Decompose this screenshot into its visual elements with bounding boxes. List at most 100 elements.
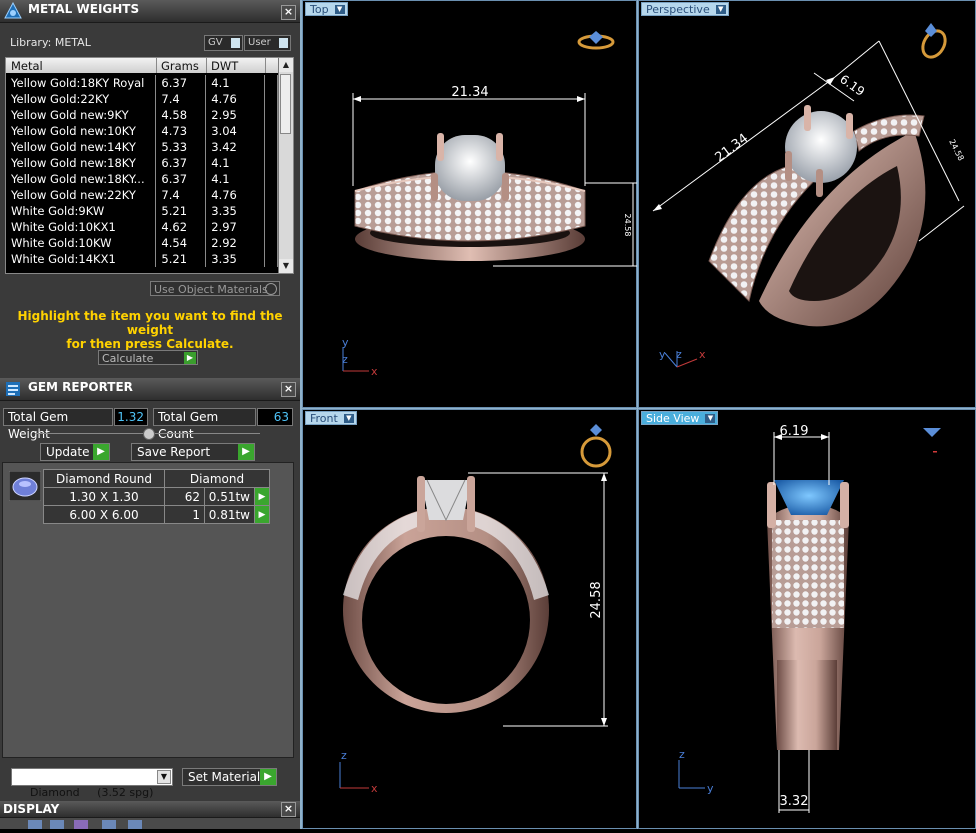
calculate-hint: Highlight the item you want to find the …	[0, 309, 300, 351]
scroll-thumb[interactable]	[280, 74, 291, 134]
metal-table[interactable]: Metal Grams DWT Yellow Gold:18KY Royal 6.…	[5, 57, 294, 274]
metal-weights-titlebar: METAL WEIGHTS ×	[0, 0, 300, 23]
gem-reporter-close-icon[interactable]: ×	[281, 382, 296, 397]
viewport-front[interactable]: Front ▼ 24.58 z x	[302, 409, 637, 829]
metal-name-cell: Yellow Gold:18KY Royal	[6, 75, 157, 91]
display-tool-icon[interactable]	[28, 820, 42, 829]
scroll-down-icon[interactable]: ▼	[279, 259, 293, 273]
grams-cell: 6.37	[155, 155, 207, 171]
update-button[interactable]: Update ▶	[40, 443, 110, 461]
metal-name-cell: White Gold:10KW	[6, 235, 157, 251]
table-row[interactable]: Yellow Gold new:10KY 4.73 3.04	[6, 123, 278, 139]
table-row[interactable]: Yellow Gold new:18KY... 6.37 4.1	[6, 171, 278, 187]
display-tool-icon[interactable]	[102, 820, 116, 829]
display-tool-icon[interactable]	[128, 820, 142, 829]
dwt-cell: 2.95	[205, 107, 266, 123]
user-check-icon	[279, 38, 288, 48]
axis-z-label: z	[679, 748, 685, 761]
display-titlebar: DISPLAY ×	[0, 801, 300, 818]
metal-name-cell: Yellow Gold new:22KY	[6, 187, 157, 203]
save-report-label: Save Report	[137, 445, 211, 459]
table-row[interactable]: White Gold:9KW 5.21 3.35	[6, 203, 278, 219]
gem-row[interactable]: 1.30 X 1.30 62 0.51tw ▶	[43, 487, 270, 506]
row-padding	[264, 107, 278, 123]
metal-name-cell: White Gold:9KW	[6, 203, 157, 219]
metal-name-cell: White Gold:14KX1	[6, 251, 157, 267]
table-row[interactable]: White Gold:10KW 4.54 2.92	[6, 235, 278, 251]
total-gem-count-value: 63	[257, 408, 293, 426]
metal-name-cell: Yellow Gold:22KY	[6, 91, 157, 107]
metal-name-cell: White Gold:10KX1	[6, 219, 157, 235]
perspective-height-dim: 24.58	[947, 138, 965, 162]
material-select[interactable]: Diamond (3.52 spg) ▼	[11, 768, 173, 799]
use-object-materials-toggle[interactable]: Use Object Materials	[150, 281, 280, 296]
play-icon: ▶	[93, 444, 109, 460]
gem-select-button[interactable]: ▶	[254, 505, 270, 524]
viewport-side[interactable]: Side View ▼ 6.19 3.32 z y	[638, 409, 976, 829]
dwt-cell: 4.1	[205, 75, 266, 91]
grams-cell: 4.62	[155, 219, 207, 235]
gem-size-cell: 6.00 X 6.00	[43, 505, 165, 524]
table-row[interactable]: Yellow Gold:18KY Royal 6.37 4.1	[6, 75, 278, 91]
splitter-handle-icon[interactable]	[143, 428, 155, 440]
header-divider	[156, 58, 157, 73]
viewport-top[interactable]: Top ▼ 21.34 24.58 y z x	[302, 0, 637, 408]
dwt-cell: 3.04	[205, 123, 266, 139]
table-row[interactable]: Yellow Gold new:9KY 4.58 2.95	[6, 107, 278, 123]
table-row[interactable]: White Gold:10KX1 4.62 2.97	[6, 219, 278, 235]
axis-gizmo: y z x	[342, 336, 378, 378]
mini-ring-icon	[921, 23, 947, 59]
axis-z-label: z	[341, 749, 347, 762]
axis-z-label: z	[676, 348, 682, 361]
gem-reporter-titlebar: GEM REPORTER ×	[0, 378, 300, 401]
gv-toggle[interactable]: GV	[204, 35, 243, 51]
display-tool-icon[interactable]	[74, 820, 88, 829]
gv-label: GV	[208, 37, 223, 48]
table-row[interactable]: Yellow Gold new:18KY 6.37 4.1	[6, 155, 278, 171]
user-toggle[interactable]: User	[244, 35, 291, 51]
dwt-cell: 2.92	[205, 235, 266, 251]
metal-table-scrollbar[interactable]: ▲ ▼	[278, 58, 293, 273]
table-row[interactable]: Yellow Gold new:14KY 5.33 3.42	[6, 139, 278, 155]
metal-rows: Yellow Gold:18KY Royal 6.37 4.1 Yellow Gold…	[6, 75, 278, 267]
left-panel: METAL WEIGHTS × Library: METAL GV User M…	[0, 0, 300, 829]
gem-material-header: Diamond	[164, 469, 270, 488]
gem-row[interactable]: 6.00 X 6.00 1 0.81tw ▶	[43, 505, 270, 524]
side-top-dim: 6.19	[780, 424, 809, 439]
row-padding	[264, 251, 278, 267]
chevron-down-icon[interactable]: ▼	[157, 770, 171, 784]
set-material-button[interactable]: Set Material ▶	[182, 768, 277, 786]
total-gem-count-label: Total Gem Count	[153, 408, 256, 441]
save-report-button[interactable]: Save Report ▶	[131, 443, 255, 461]
col-dwt-header[interactable]: DWT	[211, 59, 238, 73]
gem-shape-header: Diamond Round	[43, 469, 165, 488]
col-metal-header[interactable]: Metal	[11, 59, 43, 73]
dwt-cell: 2.97	[205, 219, 266, 235]
scroll-up-icon[interactable]: ▲	[279, 58, 293, 72]
dwt-cell: 4.76	[205, 91, 266, 107]
update-label: Update	[46, 445, 90, 459]
top-width-dim: 21.34	[451, 85, 488, 100]
axis-x-label: x	[371, 365, 378, 378]
gem-table: Diamond Round Diamond 1.30 X 1.30 62 0.51t…	[43, 469, 270, 524]
table-row[interactable]: Yellow Gold new:22KY 7.4 4.76	[6, 187, 278, 203]
viewport-perspective[interactable]: Perspective ▼ 21.34 6.19 24.58 y z x	[638, 0, 976, 408]
calculate-button[interactable]: Calculate ▶	[98, 350, 198, 365]
gem-select-button[interactable]: ▶	[254, 487, 270, 506]
axis-x-label: x	[371, 782, 378, 795]
use-object-materials-label: Use Object Materials	[154, 283, 268, 296]
side-bottom-dim: 3.32	[780, 794, 809, 809]
table-row[interactable]: Yellow Gold:22KY 7.4 4.76	[6, 91, 278, 107]
gem-weight-cell: 0.51tw	[204, 487, 255, 506]
diamond-round-icon[interactable]	[9, 471, 41, 501]
dwt-cell: 4.1	[205, 171, 266, 187]
display-tool-icon[interactable]	[50, 820, 64, 829]
table-row[interactable]: White Gold:14KX1 5.21 3.35	[6, 251, 278, 267]
metal-table-header: Metal Grams DWT	[6, 58, 278, 73]
display-close-icon[interactable]: ×	[281, 802, 296, 817]
row-padding	[264, 219, 278, 235]
col-grams-header[interactable]: Grams	[161, 59, 199, 73]
metal-name-cell: Yellow Gold new:18KY	[6, 155, 157, 171]
axis-y-label: y	[342, 336, 349, 349]
metal-weights-close-icon[interactable]: ×	[281, 5, 296, 20]
